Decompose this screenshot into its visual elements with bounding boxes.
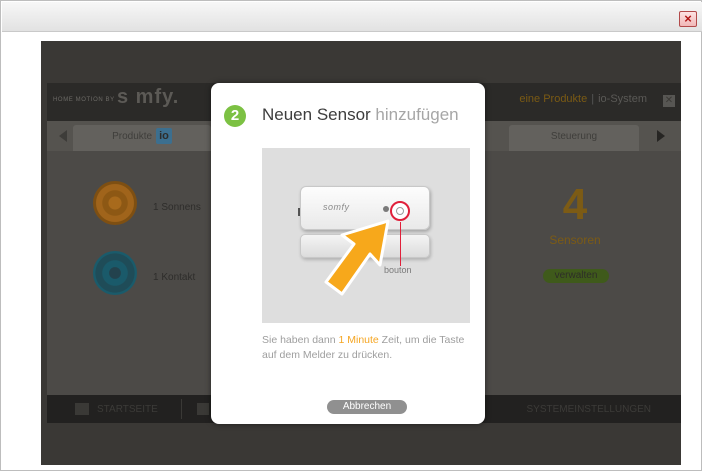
- device-label-sun: 1 Sonnens: [153, 202, 201, 213]
- nav-products[interactable]: eine Produkte: [519, 93, 587, 105]
- home-icon[interactable]: [75, 403, 89, 415]
- dialog-title-main: Neuen Sensor: [262, 105, 371, 124]
- io-badge: io: [156, 128, 172, 144]
- step-2-icon: 2: [224, 105, 246, 127]
- dialog-instructions: Sie haben dann 1 Minute Zeit, um die Tas…: [262, 333, 476, 363]
- sensor-count-label: Sensoren: [549, 233, 601, 247]
- cancel-button[interactable]: Abbrechen: [327, 400, 407, 414]
- tab-prev-icon[interactable]: [59, 130, 67, 142]
- nav-separator: |: [591, 93, 595, 105]
- sun-sensor-icon: [93, 181, 137, 225]
- popup-window: × HOME MOTION BY s mfy. eine Produkte | io…: [0, 0, 702, 471]
- tab-steuerung-label: Steuerung: [550, 131, 598, 142]
- dialog-title-accent: hinzufügen: [375, 105, 459, 124]
- brand-tagline: HOME MOTION BY: [53, 97, 115, 103]
- contact-sensor-icon: [93, 251, 137, 295]
- app-close-icon[interactable]: ✕: [663, 95, 675, 107]
- tab-next-icon[interactable]: [657, 130, 665, 142]
- home-link[interactable]: STARTSEITE: [97, 404, 158, 415]
- products-icon[interactable]: [197, 403, 209, 415]
- somfy-logo: s mfy.: [117, 86, 180, 108]
- manage-sensors-button[interactable]: verwalten: [543, 269, 609, 283]
- tab-products[interactable]: Produkte io: [73, 125, 211, 151]
- sensor-count: 4: [562, 180, 588, 229]
- nav-io-system[interactable]: io-System: [598, 93, 647, 105]
- window-titlebar: ×: [2, 2, 702, 32]
- device-label-contact: 1 Kontakt: [153, 272, 196, 283]
- instructions-highlight: 1 Minute: [338, 334, 379, 346]
- system-settings-link[interactable]: SYSTEMEINSTELLUNGEN: [527, 404, 651, 415]
- top-nav: eine Produkte | io-System: [519, 93, 647, 105]
- add-sensor-dialog: 2 Neuen Sensor hinzufügen somfy bouton S…: [211, 83, 485, 424]
- pointer-arrow-icon: [324, 219, 390, 296]
- tab-products-label: Produkte: [112, 131, 153, 142]
- tab-steuerung[interactable]: Steuerung: [509, 125, 639, 151]
- bottom-divider: [181, 399, 182, 419]
- sensor-illustration: somfy bouton: [262, 148, 470, 323]
- instructions-before: Sie haben dann: [262, 334, 339, 346]
- close-icon[interactable]: ×: [679, 11, 697, 27]
- dialog-title: Neuen Sensor hinzufügen: [262, 105, 459, 125]
